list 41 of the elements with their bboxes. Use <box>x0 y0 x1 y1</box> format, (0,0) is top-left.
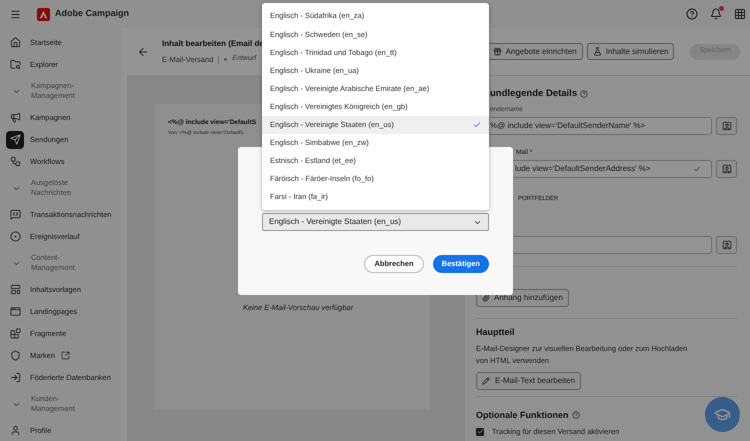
workflow-icon <box>10 156 20 167</box>
megaphone-icon <box>10 112 20 123</box>
person-icon <box>10 425 20 436</box>
notifications-icon[interactable] <box>710 8 722 20</box>
back-icon[interactable] <box>137 46 149 58</box>
page-icon <box>10 306 20 317</box>
section-title: Hauptteil <box>476 326 516 338</box>
flask-icon <box>592 47 602 56</box>
gift-icon <box>492 47 502 56</box>
tracking-checkbox[interactable] <box>476 428 484 436</box>
edit-email-body-button[interactable]: E-Mail-Text bearbeiten <box>476 372 582 390</box>
toolbar-button[interactable]: Inhalte simulieren <box>586 43 674 60</box>
toolbar-button[interactable]: Angebote einrichten <box>486 43 583 60</box>
apps-grid-icon[interactable] <box>734 8 746 20</box>
person-picker-icon <box>722 240 732 250</box>
section-title: undlegende Details <box>490 86 578 101</box>
language-select[interactable]: Englisch - Vereinigte Staaten (en_us) <box>262 213 489 231</box>
paperclip-icon <box>482 294 490 302</box>
folder-search-icon <box>10 59 20 70</box>
section-title: Optionale Funktionen <box>476 409 568 421</box>
product-name: Adobe Campaign <box>55 7 130 20</box>
graduation-cap-icon <box>714 406 731 423</box>
person-picker-icon <box>722 121 732 131</box>
personalize-button[interactable] <box>716 236 737 254</box>
external-link-icon[interactable] <box>61 351 70 360</box>
help-icon[interactable] <box>572 411 580 419</box>
pencil-icon <box>482 377 490 385</box>
template-icon <box>10 284 20 295</box>
shield-icon <box>10 350 20 361</box>
person-picker-icon <box>722 164 732 174</box>
home-icon <box>10 37 20 48</box>
logo-icon <box>37 8 50 20</box>
personalize-button[interactable] <box>716 117 737 135</box>
checkmark-icon <box>473 120 481 129</box>
personalize-button[interactable] <box>716 160 737 178</box>
help-icon[interactable] <box>686 8 698 20</box>
help-icon[interactable] <box>580 90 588 98</box>
send-icon <box>10 134 20 145</box>
menu-icon[interactable] <box>10 8 21 20</box>
login-icon <box>10 372 20 383</box>
blocks-icon <box>10 328 20 339</box>
